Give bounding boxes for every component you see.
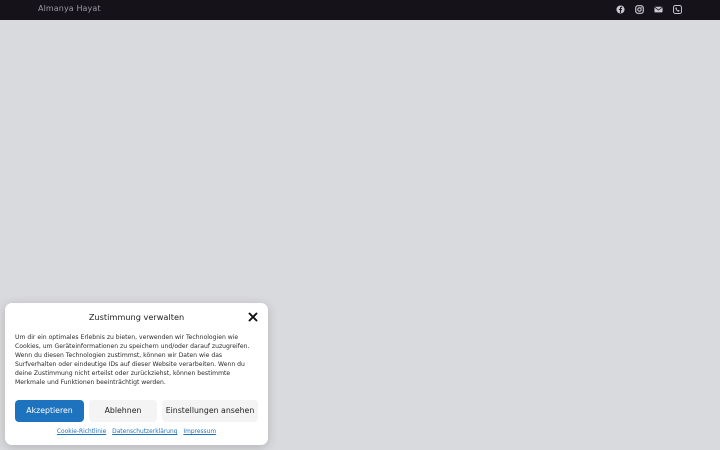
facebook-icon[interactable] [616, 5, 625, 14]
view-settings-button[interactable]: Einstellungen ansehen [162, 400, 258, 422]
cookie-consent-dialog: Zustimmung verwalten Um dir ein optimale… [5, 303, 268, 445]
phone-icon[interactable] [673, 5, 682, 14]
accept-button[interactable]: Akzeptieren [15, 400, 84, 422]
mail-icon[interactable] [654, 5, 663, 14]
social-links [616, 5, 682, 14]
deny-button[interactable]: Ablehnen [89, 400, 157, 422]
consent-message: Um dir ein optimales Erlebnis zu bieten,… [15, 334, 250, 387]
consent-links: Cookie-Richtlinie Datenschutzerklärung I… [5, 428, 268, 436]
instagram-icon[interactable] [635, 5, 644, 14]
top-bar: Almanya Hayat [0, 0, 720, 20]
cookie-policy-link[interactable]: Cookie-Richtlinie [57, 429, 106, 435]
site-brand[interactable]: Almanya Hayat [38, 4, 101, 14]
consent-title: Zustimmung verwalten [88, 312, 185, 322]
close-icon[interactable] [248, 312, 258, 322]
privacy-policy-link[interactable]: Datenschutzerklärung [112, 429, 177, 435]
imprint-link[interactable]: Impressum [183, 429, 216, 435]
